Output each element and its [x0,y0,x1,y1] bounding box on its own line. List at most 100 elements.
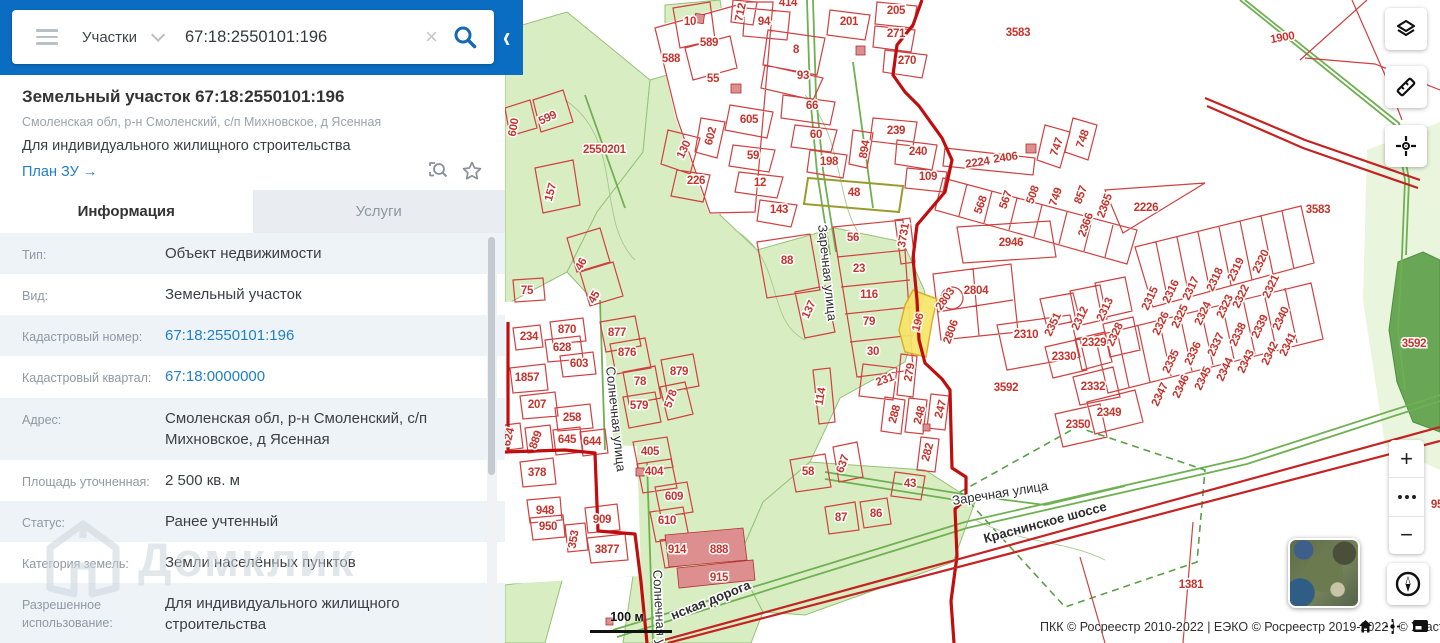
row-value: Для индивидуального жилищного строительс… [165,594,400,633]
svg-text:644: 644 [583,436,602,448]
svg-text:2325: 2325 [1170,302,1192,330]
chevron-down-icon[interactable] [151,27,166,42]
svg-text:2339: 2339 [1250,313,1271,340]
parcel-usage-line: Для индивидуального жилищного строительс… [22,138,351,154]
svg-text:87: 87 [835,512,847,524]
row-label: Кадастровый номер: [22,330,143,345]
svg-text:78: 78 [634,376,647,388]
svg-text:12: 12 [754,177,766,189]
svg-text:201: 201 [840,16,859,28]
search-button[interactable] [452,24,478,50]
table-row: Адрес: Смоленская обл, р-н Смоленский, с/… [0,397,505,460]
svg-text:915: 915 [710,572,729,584]
row-value[interactable]: 67:18:0000000 [165,366,475,387]
svg-text:378: 378 [528,467,547,479]
svg-text:2806: 2806 [941,318,961,345]
svg-text:207: 207 [528,399,546,411]
svg-text:205: 205 [887,5,906,17]
layers-button[interactable] [1385,8,1427,50]
svg-text:59: 59 [747,150,759,162]
svg-text:95: 95 [1431,499,1440,511]
preview-icon[interactable] [427,160,449,182]
svg-text:240: 240 [909,146,927,158]
dots-icon [1397,494,1416,499]
object-locate-button[interactable] [1385,125,1427,167]
row-label: Статус: [22,515,65,530]
clear-search-icon[interactable]: × [425,26,438,48]
table-row: Кадастровый номер: 67:18:2550101:196 [0,315,505,357]
row-value: Объект недвижимости [165,245,322,262]
svg-text:1857: 1857 [515,372,539,384]
svg-text:748: 748 [1074,127,1092,149]
svg-text:603: 603 [570,358,588,370]
search-input[interactable] [183,26,426,48]
svg-text:2804: 2804 [964,285,989,297]
svg-text:2406: 2406 [993,150,1019,165]
svg-text:60: 60 [810,129,822,141]
svg-text:879: 879 [670,366,688,378]
svg-text:143: 143 [770,204,788,216]
svg-text:2349: 2349 [1097,407,1121,419]
table-row: Площадь уточненная: 2 500 кв. м [0,459,505,501]
row-value[interactable]: 67:18:2550101:196 [165,325,475,346]
favorite-star-icon[interactable] [461,160,483,182]
svg-text:2350: 2350 [1066,419,1090,431]
svg-text:948: 948 [536,505,555,517]
row-label: Вид: [22,289,49,304]
svg-text:2346: 2346 [1171,373,1192,400]
zoom-in-button[interactable]: + [1389,440,1424,477]
row-label: Категория земель: [22,556,129,571]
svg-text:870: 870 [558,324,576,336]
compass-icon [1395,571,1421,597]
svg-text:55: 55 [707,73,720,85]
svg-text:30: 30 [867,346,879,358]
collapse-panel-button[interactable]: ‹ [503,19,510,55]
svg-text:568: 568 [972,193,990,215]
svg-text:2317: 2317 [1181,275,1202,302]
svg-text:3877: 3877 [595,544,619,556]
ruler-icon [1396,77,1416,97]
svg-text:414: 414 [779,0,798,9]
row-label: Тип: [22,248,47,262]
parcel-address-subtitle: Смоленская обл, р-н Смоленский, с/п Михн… [22,115,382,129]
svg-text:2335: 2335 [1161,347,1183,375]
home-icon[interactable] [1358,619,1373,634]
row-value: 2 500 кв. м [165,471,240,489]
svg-text:914: 914 [668,544,687,556]
svg-text:888: 888 [710,544,729,556]
zoom-out-button[interactable]: − [1389,515,1424,554]
row-value: Смоленская обл, р-н Смоленский, с/п Михн… [165,409,428,448]
measure-button[interactable] [1385,66,1427,108]
svg-text:2328: 2328 [1105,320,1127,348]
parcel-title: Земельный участок 67:18:2550101:196 [22,87,345,106]
scrollbar-thumb[interactable] [488,237,495,475]
svg-text:2224: 2224 [965,155,992,170]
plan-zu-link[interactable]: План ЗУ → [22,164,97,180]
menu-icon[interactable] [36,25,58,49]
compass-button[interactable] [1387,563,1429,605]
svg-text:2946: 2946 [999,237,1023,249]
tab-services[interactable]: Услуги [252,190,505,233]
svg-text:508: 508 [1024,183,1042,205]
svg-text:405: 405 [641,446,660,458]
table-row: Разрешенное использование: Для индивидуал… [0,582,505,643]
svg-text:258: 258 [563,412,582,424]
extent-icon[interactable] [1412,619,1429,633]
svg-text:2318: 2318 [1205,265,1227,293]
svg-text:116: 116 [860,289,878,301]
locate-dot-icon[interactable] [1385,619,1400,634]
svg-text:579: 579 [630,400,648,412]
svg-text:2324: 2324 [1193,299,1215,327]
row-label: Адрес: [22,412,62,427]
basemap-thumbnail[interactable] [1288,538,1360,608]
svg-text:109: 109 [919,171,937,183]
tab-information[interactable]: Информация [0,190,253,233]
pkk-app: { "header": { "category": "Участки", "se… [0,0,1440,643]
table-row: Вид: Земельный участок [0,274,505,316]
zoom-options-button[interactable] [1389,477,1424,515]
search-category-select[interactable]: Участки [82,29,137,46]
svg-text:1900: 1900 [1269,30,1295,46]
parcel-summary: Земельный участок 67:18:2550101:196 Смол… [0,75,505,190]
svg-text:609: 609 [665,491,683,503]
svg-text:8: 8 [793,44,800,56]
